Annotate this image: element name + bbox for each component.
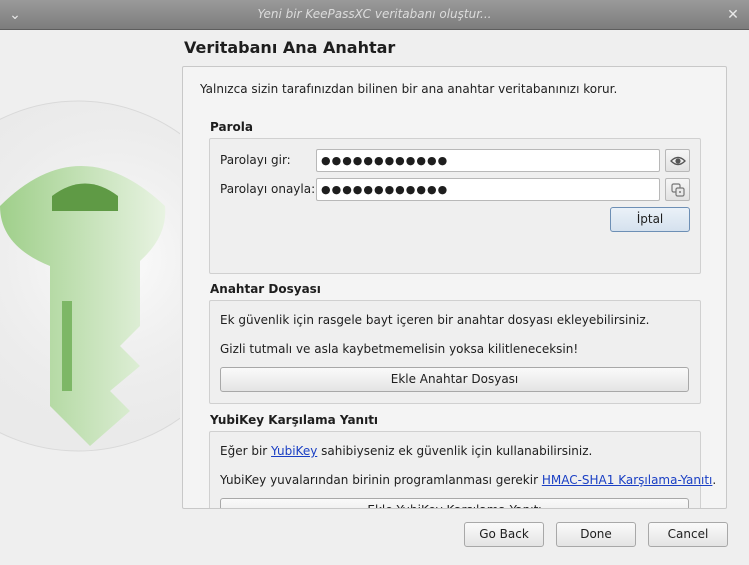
yubikey-requirement-text: YubiKey yuvalarından birinin programlanm… [220, 473, 716, 487]
password-section-title: Parola [210, 120, 253, 134]
add-yubikey-button[interactable]: Ekle YubiKey Karşılama Yanıtı [220, 498, 689, 508]
yubikey-info-pre: Eğer bir [220, 444, 272, 458]
cancel-button[interactable]: Cancel [648, 522, 728, 547]
page-title: Veritabanı Ana Anahtar [184, 38, 396, 57]
close-icon[interactable]: ✕ [723, 5, 743, 25]
generate-password-button[interactable] [665, 178, 690, 201]
keepassxc-logo-icon [0, 100, 180, 452]
yubikey-req-pre: YubiKey yuvalarından birinin programlanm… [220, 473, 542, 487]
confirm-password-label: Parolayı onayla: [220, 182, 316, 196]
intro-text: Yalnızca sizin tarafınızdan bilinen bir … [200, 82, 618, 96]
yubikey-section-title: YubiKey Karşılama Yanıtı [210, 413, 379, 427]
wizard-window: Veritabanı Ana Anahtar Yalnızca sizin ta… [0, 30, 749, 565]
go-back-button[interactable]: Go Back [464, 522, 544, 547]
window-titlebar: ⌄ Yeni bir KeePassXC veritabanı oluştur.… [0, 0, 749, 30]
keyfile-info-text: Ek güvenlik için rasgele bayt içeren bir… [220, 313, 650, 327]
cancel-password-button[interactable]: İptal [610, 207, 690, 232]
show-password-button[interactable] [665, 149, 690, 172]
hmac-sha1-link[interactable]: HMAC-SHA1 Karşılama-Yanıtı [542, 473, 713, 487]
enter-password-field[interactable]: ●●●●●●●●●●●● [316, 149, 660, 172]
done-button[interactable]: Done [556, 522, 636, 547]
keyfile-warning-text: Gizli tutmalı ve asla kaybetmemelisin yo… [220, 342, 579, 356]
yubikey-req-post: . [712, 473, 717, 487]
enter-password-label: Parolayı gir: [220, 153, 291, 167]
yubikey-link[interactable]: YubiKey [271, 444, 317, 458]
add-key-file-button[interactable]: Ekle Anahtar Dosyası [220, 367, 689, 392]
confirm-password-field[interactable]: ●●●●●●●●●●●● [316, 178, 660, 201]
password-group: Parolayı gir: ●●●●●●●●●●●● Parolayı onay… [209, 138, 701, 274]
eye-icon [670, 156, 686, 166]
yubikey-info-post: sahibiyseniz ek güvenlik için kullanabil… [317, 444, 593, 458]
dice-icon [671, 183, 685, 197]
window-title: Yeni bir KeePassXC veritabanı oluştur... [257, 7, 492, 21]
keyfile-section-title: Anahtar Dosyası [210, 282, 321, 296]
yubikey-info-text: Eğer bir YubiKey sahibiyseniz ek güvenli… [220, 444, 592, 458]
content-scroll-area[interactable]: Yalnızca sizin tarafınızdan bilinen bir … [182, 66, 727, 509]
